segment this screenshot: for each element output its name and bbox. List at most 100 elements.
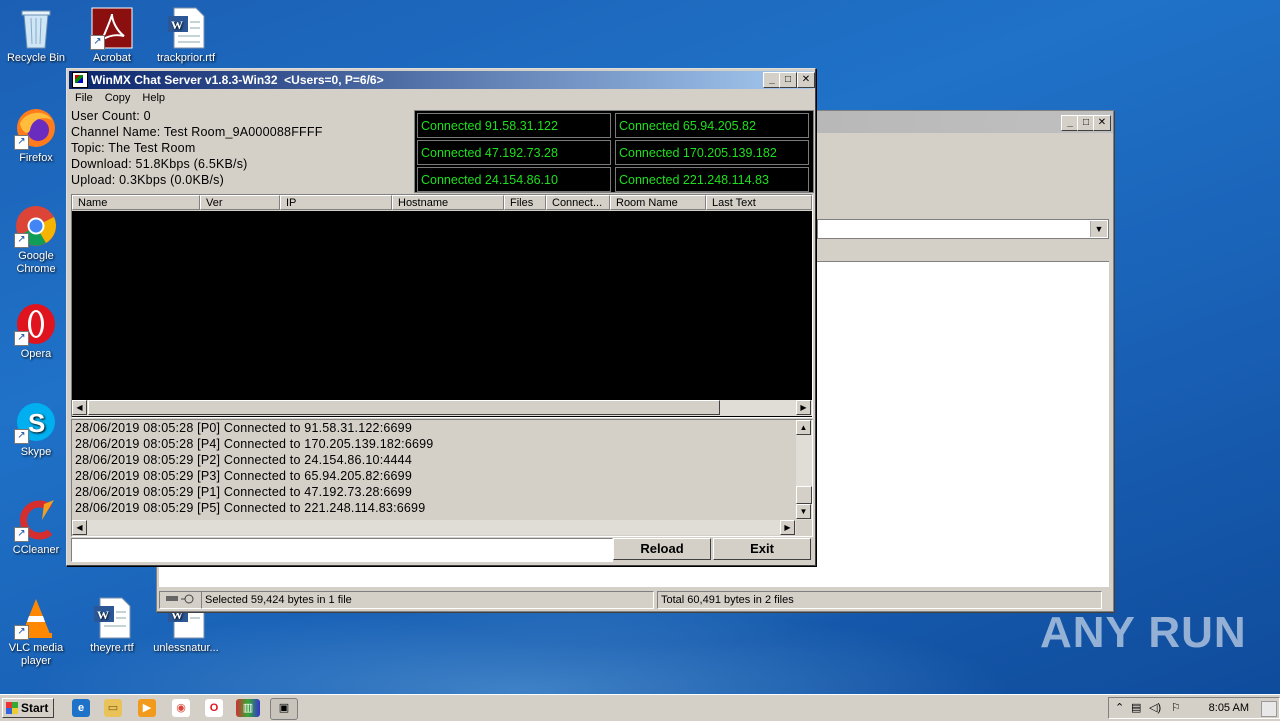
- acrobat-icon: ↗: [90, 6, 134, 50]
- menu-help[interactable]: Help: [136, 90, 171, 106]
- word-document-icon: W: [90, 596, 134, 640]
- desktop-icon-vlc[interactable]: ↗ VLC media player: [0, 596, 72, 668]
- scroll-right-icon[interactable]: ▶: [780, 520, 795, 535]
- column-ip[interactable]: IP: [280, 195, 392, 210]
- log-line: 28/06/2019 08:05:29 [P5] Connected to 22…: [75, 501, 426, 515]
- desktop-icon-label: Google Chrome: [16, 250, 56, 275]
- shortcut-arrow-icon: ↗: [14, 625, 29, 640]
- column-room-name[interactable]: Room Name: [610, 195, 706, 210]
- desktop-icon-theyre[interactable]: W theyre.rtf: [76, 596, 148, 655]
- scroll-thumb[interactable]: [796, 486, 812, 504]
- winmx-app-icon[interactable]: [72, 72, 88, 88]
- log-line: 28/06/2019 08:05:29 [P1] Connected to 47…: [75, 485, 412, 499]
- download-rate: Download: 51.8Kbps (6.5KB/s): [71, 157, 248, 171]
- desktop-icon-skype[interactable]: S ↗ Skype: [0, 400, 72, 459]
- scroll-down-icon[interactable]: ▼: [796, 504, 811, 519]
- desktop-icon-label: Skype: [20, 446, 52, 458]
- log-line: 28/06/2019 08:05:29 [P3] Connected to 65…: [75, 469, 412, 483]
- user-list-horizontal-scrollbar[interactable]: ◀ ▶: [72, 400, 812, 416]
- desktop-icon-recycle-bin[interactable]: Recycle Bin: [0, 6, 72, 65]
- anyrun-watermark: ANY RUN: [1040, 608, 1247, 657]
- close-button[interactable]: ✕: [797, 72, 815, 88]
- action-center-flag-icon[interactable]: ⚐: [1171, 701, 1181, 714]
- column-name[interactable]: Name: [72, 195, 200, 210]
- log-area[interactable]: 28/06/2019 08:05:28 [P0] Connected to 91…: [71, 419, 813, 537]
- shortcut-arrow-icon: ↗: [14, 331, 29, 346]
- address-combo[interactable]: ▼: [817, 219, 1109, 239]
- vlc-icon: ↗: [14, 596, 58, 640]
- ie-icon[interactable]: e: [72, 699, 90, 717]
- chat-command-input[interactable]: [71, 538, 613, 562]
- desktop-icon-label: trackprior.rtf: [156, 52, 216, 64]
- chrome-icon: ↗: [14, 204, 58, 248]
- chevron-down-icon[interactable]: ▼: [1090, 221, 1107, 237]
- desktop-icon-label: unlessnatur...: [153, 642, 219, 654]
- skype-icon: S ↗: [14, 400, 58, 444]
- svg-text:S: S: [28, 408, 45, 438]
- svg-text:W: W: [97, 608, 109, 622]
- desktop-icon-label: Firefox: [19, 152, 53, 164]
- topic: Topic: The Test Room: [71, 141, 196, 155]
- connection-status-grid: Connected 91.58.31.122 Connected 65.94.2…: [414, 110, 814, 193]
- desktop-icon-ccleaner[interactable]: ↗ CCleaner: [0, 498, 72, 557]
- start-button[interactable]: Start: [2, 698, 54, 718]
- column-last-text[interactable]: Last Text: [706, 195, 812, 210]
- menu-bar: File Copy Help: [69, 90, 171, 108]
- desktop-icon-trackprior[interactable]: W trackprior.rtf: [150, 6, 222, 65]
- scroll-thumb[interactable]: [88, 400, 720, 415]
- firefox-icon: ↗: [14, 106, 58, 150]
- column-files[interactable]: Files: [504, 195, 546, 210]
- taskbar: Start e ▭ ▶ ◉ O ▥ ▣ ⌃ ▤ ◁) ⚐ 8:05 AM: [0, 694, 1280, 721]
- shortcut-arrow-icon: ↗: [14, 527, 29, 542]
- recycle-bin-icon: [14, 6, 58, 50]
- scroll-left-icon[interactable]: ◀: [72, 400, 87, 415]
- upload-rate: Upload: 0.3Kbps (0.0KB/s): [71, 173, 224, 187]
- close-button[interactable]: ✕: [1093, 115, 1111, 131]
- volume-icon[interactable]: ◁): [1149, 701, 1161, 714]
- desktop-icon-acrobat[interactable]: ↗ Acrobat: [76, 6, 148, 65]
- word-document-icon: W: [164, 6, 208, 50]
- user-list[interactable]: Name Ver IP Hostname Files Connect... Ro…: [71, 194, 813, 418]
- start-label: Start: [21, 701, 49, 715]
- network-icon[interactable]: ▤: [1131, 701, 1141, 714]
- log-vertical-scrollbar[interactable]: ▲ ▼: [796, 420, 812, 520]
- shortcut-arrow-icon: ↗: [14, 429, 29, 444]
- desktop-icon-chrome[interactable]: ↗ Google Chrome: [0, 204, 72, 276]
- show-desktop-icon[interactable]: [1261, 701, 1277, 717]
- log-horizontal-scrollbar[interactable]: ◀ ▶: [72, 520, 796, 535]
- connection-status-p4: Connected 170.205.139.182: [615, 140, 809, 165]
- windows-flag-icon: [6, 702, 18, 714]
- chrome-icon[interactable]: ◉: [172, 699, 190, 717]
- log-line: 28/06/2019 08:05:28 [P4] Connected to 17…: [75, 437, 434, 451]
- desktop-icon-label: Opera: [20, 348, 52, 360]
- winmx-taskbar-button[interactable]: ▣: [270, 698, 298, 720]
- scroll-up-icon[interactable]: ▲: [796, 420, 811, 435]
- reload-button[interactable]: Reload: [613, 538, 711, 560]
- titlebar[interactable]: WinMX Chat Server v1.8.3-Win32 <Users=0,…: [69, 71, 815, 89]
- column-hostname[interactable]: Hostname: [392, 195, 504, 210]
- desktop-icon-opera[interactable]: ↗ Opera: [0, 302, 72, 361]
- user-count: User Count: 0: [71, 109, 151, 123]
- connection-status-p2: Connected 24.154.86.10: [417, 167, 611, 192]
- column-connect[interactable]: Connect...: [546, 195, 610, 210]
- window-title: WinMX Chat Server v1.8.3-Win32 <Users=0,…: [91, 73, 384, 87]
- exit-button[interactable]: Exit: [713, 538, 811, 560]
- column-ver[interactable]: Ver: [200, 195, 280, 210]
- winrar-icon[interactable]: ▥: [236, 699, 260, 717]
- opera-icon[interactable]: O: [205, 699, 223, 717]
- menu-file[interactable]: File: [69, 90, 99, 106]
- media-player-icon[interactable]: ▶: [138, 699, 156, 717]
- file-list-header: [817, 247, 1109, 262]
- clock[interactable]: 8:05 AM: [1209, 702, 1249, 714]
- folder-icon[interactable]: ▭: [104, 699, 122, 717]
- scroll-left-icon[interactable]: ◀: [72, 520, 87, 535]
- winmx-chat-server-window[interactable]: WinMX Chat Server v1.8.3-Win32 <Users=0,…: [66, 68, 816, 566]
- desktop-icon-firefox[interactable]: ↗ Firefox: [0, 106, 72, 165]
- system-tray: ⌃ ▤ ◁) ⚐ 8:05 AM: [1108, 697, 1280, 719]
- menu-copy[interactable]: Copy: [99, 90, 137, 106]
- maximize-button[interactable]: □: [779, 72, 797, 88]
- log-line: 28/06/2019 08:05:28 [P0] Connected to 91…: [75, 421, 412, 435]
- scroll-right-icon[interactable]: ▶: [796, 400, 811, 415]
- tray-expand-icon[interactable]: ⌃: [1115, 701, 1124, 714]
- desktop-icon-label: VLC media player: [8, 642, 64, 667]
